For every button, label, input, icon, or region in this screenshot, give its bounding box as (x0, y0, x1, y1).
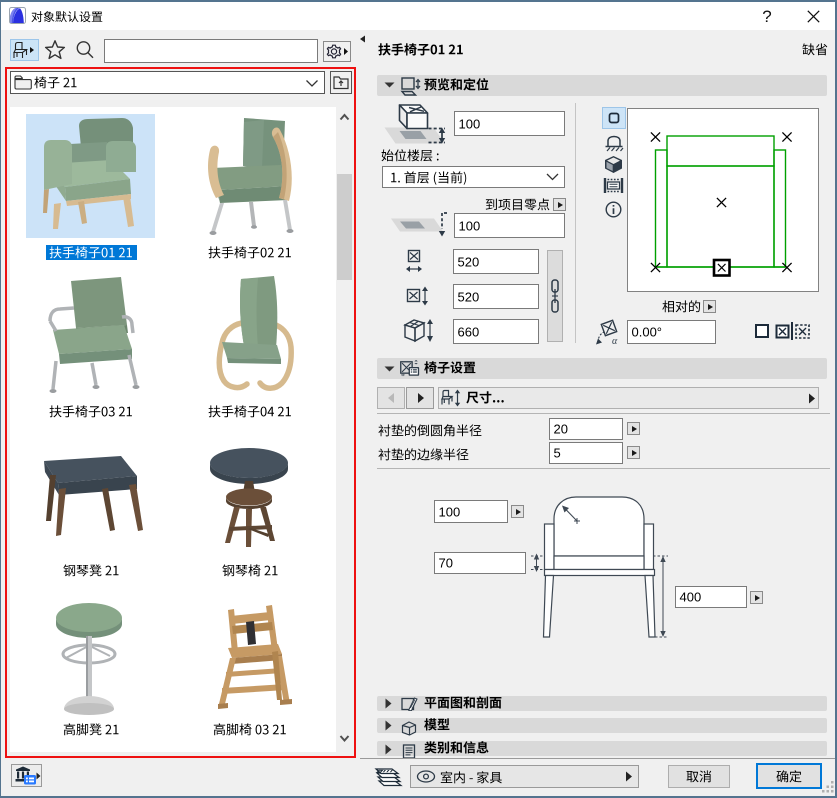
svg-text:α: α (612, 336, 618, 345)
